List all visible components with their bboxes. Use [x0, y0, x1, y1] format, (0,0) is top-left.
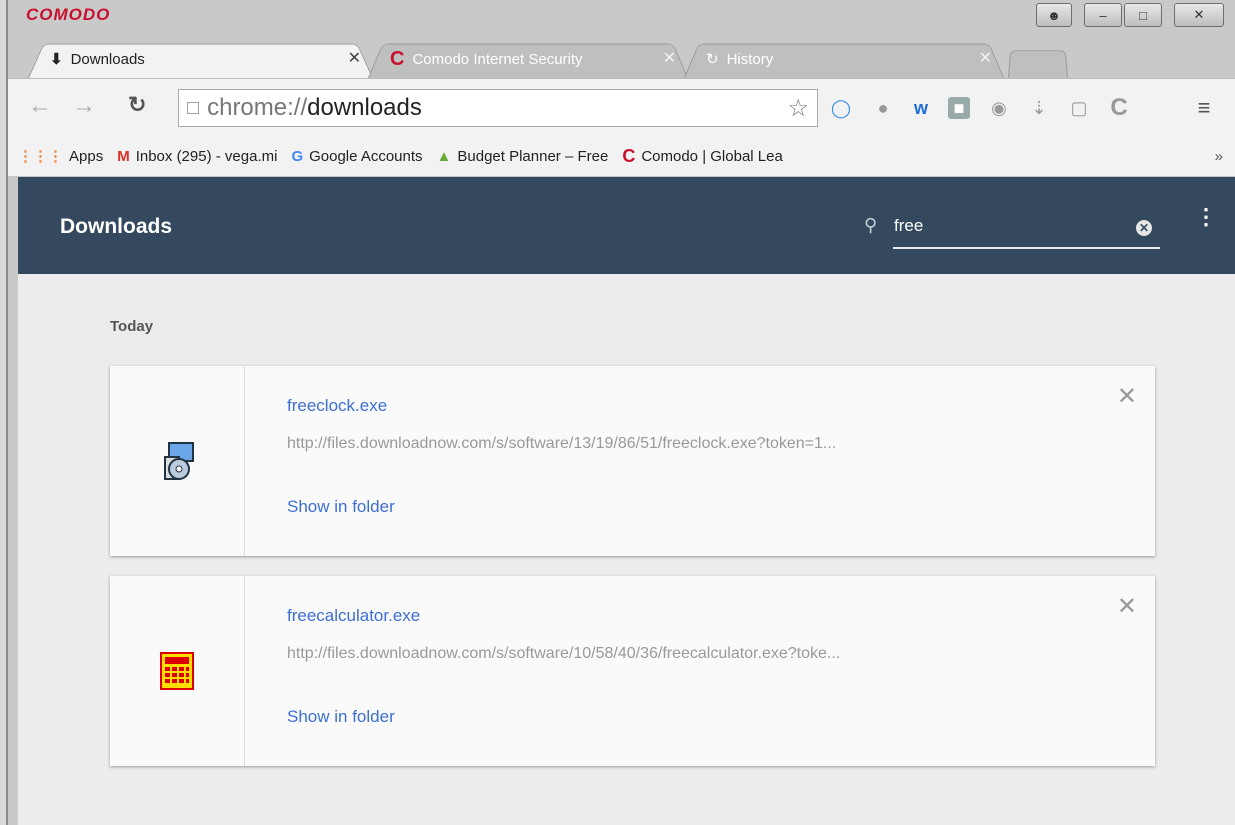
show-in-folder-link[interactable]: Show in folder — [287, 707, 395, 727]
bookmarks-bar: ⋮⋮⋮ Apps M Inbox (295) - vega.mi G Googl… — [8, 136, 1235, 177]
back-button[interactable]: ← — [28, 92, 52, 120]
file-icon-cell — [110, 576, 245, 766]
comodo-icon: C — [622, 145, 636, 166]
browser-window: COMODO ☻ – □ ✕ ⬇ Downloads ✕ C Comodo In… — [6, 0, 1235, 825]
tab-label: Downloads — [70, 50, 145, 68]
tab-history[interactable]: ↻ History ✕ — [684, 40, 1004, 78]
search-icon: ⚲ — [864, 215, 878, 235]
address-bar[interactable]: □ chrome:// downloads ☆ — [178, 89, 818, 127]
bookmark-google-accounts[interactable]: G Google Accounts — [291, 148, 422, 165]
tab-downloads[interactable]: ⬇ Downloads ✕ — [28, 40, 373, 78]
page-title: Downloads — [60, 215, 173, 238]
tab-close-button[interactable]: ✕ — [979, 48, 992, 68]
bookmark-label: Budget Planner – Free — [457, 147, 609, 165]
date-section-label: Today — [110, 318, 154, 335]
bookmarks-overflow-icon[interactable]: » — [1215, 148, 1223, 165]
address-scheme: chrome:// — [207, 94, 308, 121]
minimize-button[interactable]: – — [1084, 3, 1122, 27]
comodo-brand-logo: COMODO — [26, 5, 111, 24]
extension-lock-icon[interactable]: ● — [872, 97, 894, 119]
close-window-button[interactable]: ✕ — [1174, 3, 1224, 27]
bookmark-comodo[interactable]: C Comodo | Global Lea — [622, 146, 782, 167]
extension-comodo-icon[interactable]: C — [1108, 94, 1130, 121]
page-icon: □ — [187, 96, 200, 119]
download-item: freeclock.exe http://files.downloadnow.c… — [110, 366, 1155, 556]
toolbar: ← → ↻ □ chrome:// downloads ☆ ◯ ● w ■ ◉ … — [8, 78, 1235, 137]
tab-close-button[interactable]: ✕ — [663, 48, 676, 68]
tab-label: Comodo Internet Security — [412, 50, 583, 68]
extension-comment-icon[interactable]: ▢ — [1068, 97, 1090, 119]
bookmark-label: Inbox (295) - vega.mi — [135, 147, 278, 165]
bookmark-label: Google Accounts — [309, 147, 423, 165]
reload-button[interactable]: ↻ — [128, 92, 146, 118]
extension-w-icon[interactable]: w — [910, 97, 932, 119]
remove-item-close-icon[interactable]: ✕ — [1117, 382, 1137, 411]
bookmark-apps[interactable]: ⋮⋮⋮ Apps — [18, 147, 104, 166]
extension-shield-icon[interactable]: ◯ — [830, 97, 852, 119]
downloads-list: Today freeclock.exe http://files.downloa… — [18, 274, 1235, 825]
title-bar: COMODO ☻ – □ ✕ — [8, 0, 1235, 38]
more-options-icon[interactable]: ⋮ — [1195, 206, 1217, 228]
address-path: downloads — [307, 94, 422, 121]
search-field[interactable]: ⚲ free ✕ — [858, 213, 1168, 251]
show-in-folder-link[interactable]: Show in folder — [287, 497, 395, 517]
file-icon-cell — [110, 366, 245, 556]
remove-item-close-icon[interactable]: ✕ — [1117, 592, 1137, 621]
apps-icon: ⋮⋮⋮ — [18, 148, 63, 165]
new-tab-button[interactable] — [1008, 48, 1068, 78]
file-name-link[interactable]: freecalculator.exe — [287, 606, 420, 626]
forward-button[interactable]: → — [72, 92, 96, 120]
tab-close-button[interactable]: ✕ — [348, 48, 361, 68]
tab-label: History — [726, 50, 774, 68]
google-icon: G — [291, 147, 304, 165]
user-icon[interactable]: ☻ — [1036, 3, 1072, 27]
clear-search-icon[interactable]: ✕ — [1136, 220, 1152, 236]
file-url[interactable]: http://files.downloadnow.com/s/software/… — [287, 645, 840, 663]
tab-comodo-internet-security[interactable]: C Comodo Internet Security ✕ — [368, 40, 688, 78]
bookmark-label: Comodo | Global Lea — [641, 147, 783, 165]
star-icon[interactable]: ☆ — [787, 94, 809, 123]
gmail-icon: M — [117, 147, 130, 165]
extension-gamepad-icon[interactable]: ◉ — [988, 97, 1010, 119]
file-name-link[interactable]: freeclock.exe — [287, 396, 387, 416]
history-icon: ↻ — [706, 51, 719, 68]
extension-download-icon[interactable]: ⇣ — [1028, 97, 1050, 119]
search-underline — [893, 247, 1160, 249]
maximize-button[interactable]: □ — [1124, 3, 1162, 27]
calculator-icon — [160, 652, 194, 690]
download-item: freecalculator.exe http://files.download… — [110, 576, 1155, 766]
installer-icon — [164, 442, 194, 480]
browser-menu-icon[interactable]: ≡ — [1193, 95, 1215, 120]
file-url[interactable]: http://files.downloadnow.com/s/software/… — [287, 435, 836, 453]
bookmark-label: Apps — [69, 147, 104, 165]
budget-icon: ▲ — [436, 147, 452, 165]
search-input[interactable]: free — [894, 216, 923, 236]
downloads-header: Downloads ⚲ free ✕ ⋮ — [18, 177, 1235, 274]
extension-square-icon[interactable]: ■ — [948, 97, 970, 119]
bookmark-inbox[interactable]: M Inbox (295) - vega.mi — [117, 148, 277, 165]
comodo-icon: C — [390, 48, 405, 70]
bookmark-budget-planner[interactable]: ▲ Budget Planner – Free — [437, 148, 609, 165]
download-icon: ⬇ — [50, 51, 63, 68]
